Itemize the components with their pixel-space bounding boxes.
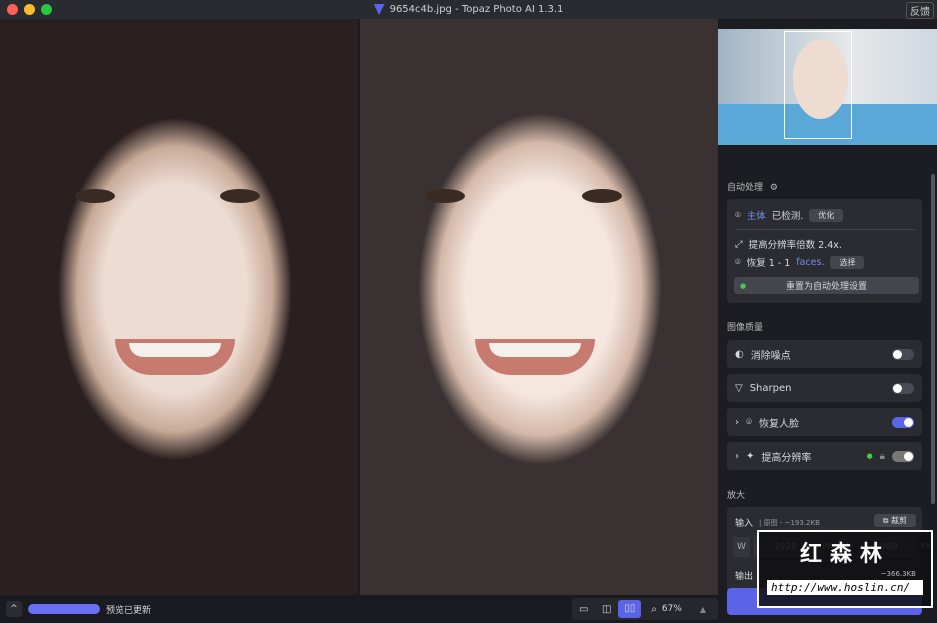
watermark: 红森林 http://www.hoslin.cn/ xyxy=(757,530,933,608)
feature-label: 恢复人脸 xyxy=(759,418,799,430)
face-detect-icon: ⌾ xyxy=(735,256,741,268)
output-label: 输出 xyxy=(735,572,754,582)
single-view-button[interactable]: ▭ xyxy=(572,604,595,615)
reset-label: 重置为自动处理设置 xyxy=(785,282,867,292)
output-size: ~366.3KB xyxy=(880,570,916,578)
zoom-level[interactable]: 67% xyxy=(662,604,682,614)
denoise-toggle[interactable] xyxy=(892,348,914,360)
navigator-viewport[interactable] xyxy=(784,31,852,139)
chevron-right-icon[interactable]: › xyxy=(735,417,739,428)
restore-summary: 恢复 1 - 1 xyxy=(746,258,791,269)
width-label: W xyxy=(733,537,750,557)
sharpen-toggle[interactable] xyxy=(892,382,914,394)
feedback-button[interactable]: 反馈 xyxy=(906,2,934,19)
zoom-icon[interactable]: ⌕ xyxy=(651,604,657,615)
denoise-icon: ◐ xyxy=(735,348,744,360)
crop-label: 裁剪 xyxy=(891,516,907,525)
feature-face-recovery[interactable]: › ⌾ 恢复人脸 xyxy=(727,408,922,436)
side-by-side-view-button[interactable]: ▯▯ xyxy=(618,600,642,618)
gear-icon[interactable]: ⚙ xyxy=(770,183,778,193)
upscale-summary: 提高分辨率倍数 2.4x. xyxy=(748,240,842,251)
subject-link[interactable]: 主体 xyxy=(747,208,766,222)
bottom-bar: ^ 预览已更新 ▭ ◫ ▯▯ ⌕ 67% ▲ xyxy=(0,595,718,623)
title-bar: 9654c4b.jpg - Topaz Photo AI 1.3.1 反馈 xyxy=(0,0,937,19)
expand-chevron-up-icon[interactable]: ^ xyxy=(6,601,22,617)
original-preview[interactable] xyxy=(0,19,358,595)
optimize-button[interactable]: 优化 xyxy=(809,208,844,222)
quality-heading: 图像质量 xyxy=(727,323,764,333)
face-icon: ⌾ xyxy=(746,416,752,428)
sidebar-scrollbar[interactable] xyxy=(931,174,935,504)
lock-icon[interactable]: 🔒︎ xyxy=(880,451,885,462)
auto-heading: 自动处理 xyxy=(727,183,764,193)
crop-button[interactable]: ⧉ 裁剪 xyxy=(873,514,916,527)
feature-label: 提高分辨率 xyxy=(761,452,812,464)
app-logo-icon xyxy=(373,4,385,15)
input-label: 输入 xyxy=(735,519,754,529)
zoom-menu-triangle-icon[interactable]: ▲ xyxy=(700,605,706,614)
feature-sharpen[interactable]: ▽ Sharpen xyxy=(727,374,922,402)
sparkle-icon: ✦ xyxy=(746,450,755,462)
processed-preview[interactable] xyxy=(360,19,718,595)
face-recovery-toggle[interactable] xyxy=(892,416,914,428)
sharpen-icon: ▽ xyxy=(735,382,743,394)
upscale-heading: 放大 xyxy=(727,491,746,501)
feature-label: Sharpen xyxy=(749,382,792,394)
status-dot-icon: ● xyxy=(740,281,747,290)
navigator-thumbnail[interactable] xyxy=(718,29,937,145)
feature-label: 消除噪点 xyxy=(750,350,791,362)
watermark-url: http://www.hoslin.cn/ xyxy=(767,580,923,595)
resize-arrows-icon: ⤢ xyxy=(735,238,743,250)
status-dot-icon: ● xyxy=(866,452,873,460)
window-title: 9654c4b.jpg - Topaz Photo AI 1.3.1 xyxy=(389,4,564,15)
maximize-window-button[interactable] xyxy=(41,4,52,15)
feature-upscale[interactable]: › ✦ 提高分辨率 ● 🔒︎ xyxy=(727,442,922,470)
auto-panel: ⌾ 主体 已检测. 优化 ⤢ 提高分辨率倍数 2.4x. ⌾ 恢复 1 - 1 faces.… xyxy=(727,199,922,303)
crop-icon: ⧉ xyxy=(882,516,891,525)
detected-text: 已检测. xyxy=(771,211,804,222)
faces-link[interactable]: faces. xyxy=(796,257,824,268)
input-info: | 原图 - ~193.2KB xyxy=(759,518,820,527)
status-text: 预览已更新 xyxy=(106,605,152,616)
reset-auto-button[interactable]: ● 重置为自动处理设置 xyxy=(734,277,919,294)
watermark-name: 红森林 xyxy=(799,542,890,567)
split-view-button[interactable]: ◫ xyxy=(595,604,618,615)
minimize-window-button[interactable] xyxy=(24,4,35,15)
close-window-button[interactable] xyxy=(7,4,18,15)
chevron-right-icon[interactable]: › xyxy=(735,451,739,462)
upscale-toggle[interactable] xyxy=(892,450,914,462)
feature-denoise[interactable]: ◐ 消除噪点 xyxy=(727,340,922,368)
progress-bar xyxy=(28,604,100,614)
subject-detect-icon: ⌾ xyxy=(735,209,741,221)
select-button[interactable]: 选择 xyxy=(830,255,865,269)
